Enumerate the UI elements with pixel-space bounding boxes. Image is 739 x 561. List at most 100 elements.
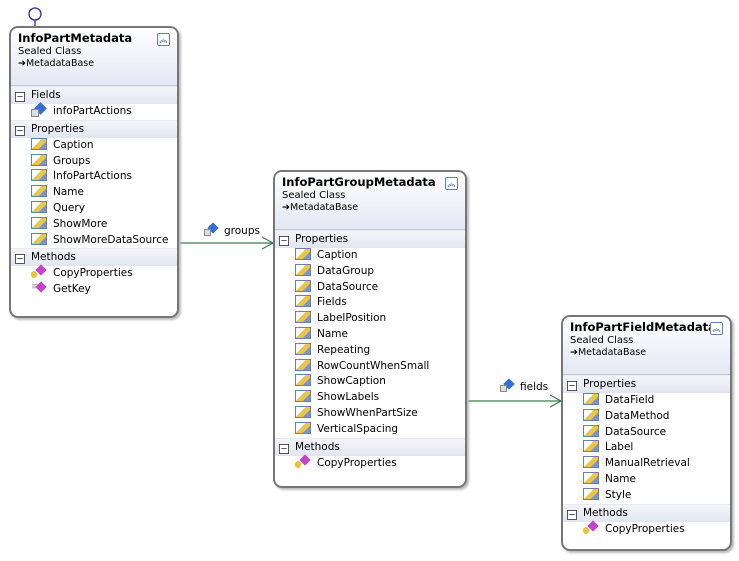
collapse-minus-icon[interactable]: − <box>15 125 25 136</box>
section-header-methods[interactable]: − Methods <box>275 437 465 456</box>
property-icon <box>295 342 311 355</box>
association-label-groups[interactable]: groups <box>204 224 260 237</box>
collapse-chevron-icon[interactable]: ︽ <box>157 33 170 46</box>
collapse-chevron-icon[interactable]: ︽ <box>710 322 723 335</box>
member-property[interactable]: LabelPosition <box>275 311 465 327</box>
member-property[interactable]: Caption <box>275 248 465 264</box>
collapse-minus-icon[interactable]: − <box>15 92 25 102</box>
property-icon <box>295 358 311 371</box>
member-name: ShowLabels <box>317 391 380 404</box>
property-icon <box>583 393 599 405</box>
collapse-minus-icon[interactable]: − <box>567 381 577 391</box>
member-property[interactable]: ManualRetrieval <box>563 456 730 472</box>
member-name: Name <box>605 472 636 485</box>
member-property[interactable]: VerticalSpacing <box>275 421 465 438</box>
association-groups-line[interactable] <box>179 236 275 250</box>
section-label: Methods <box>31 251 76 264</box>
member-property[interactable]: ShowMore <box>11 216 177 233</box>
member-property[interactable]: Name <box>563 471 730 488</box>
property-icon <box>295 279 311 292</box>
member-name: CopyProperties <box>605 522 685 535</box>
collapse-minus-icon[interactable]: − <box>15 254 25 265</box>
base-class: ➔MetadataBase <box>18 58 170 69</box>
class-title: InfoPartMetadata <box>18 31 133 45</box>
base-class: ➔MetadataBase <box>570 347 723 358</box>
member-property[interactable]: ShowWhenPartSize <box>275 405 465 422</box>
section-header-properties[interactable]: − Properties <box>563 375 730 393</box>
member-name: Repeating <box>317 343 371 356</box>
member-property[interactable]: Fields <box>275 295 465 311</box>
section-header-methods[interactable]: − Methods <box>563 503 730 522</box>
property-icon <box>583 424 599 437</box>
member-name: CopyProperties <box>53 267 133 280</box>
member-name: ShowCaption <box>317 375 386 388</box>
property-icon <box>31 137 47 150</box>
member-property[interactable]: RowCountWhenSmall <box>275 358 465 375</box>
class-kind: Sealed Class <box>18 46 82 57</box>
member-method[interactable]: GetKey <box>11 280 177 298</box>
member-property[interactable]: Style <box>563 487 730 504</box>
member-property[interactable]: ShowLabels <box>275 390 465 406</box>
member-name: DataMethod <box>605 409 670 422</box>
class-kind: Sealed Class <box>570 335 634 346</box>
property-icon <box>583 487 599 500</box>
member-property[interactable]: Caption <box>11 137 177 154</box>
member-property[interactable]: Label <box>563 440 730 456</box>
class-header[interactable]: InfoPartGroupMetadata Sealed Class ➔Meta… <box>275 172 465 230</box>
association-label-fields[interactable]: fields <box>500 380 548 393</box>
inheritance-arrow-icon: ➔ <box>570 347 578 358</box>
member-property[interactable]: Query <box>11 200 177 217</box>
member-property[interactable]: DataField <box>563 393 730 409</box>
section-header-properties[interactable]: − Properties <box>11 119 177 138</box>
member-name: ShowMore <box>53 217 108 230</box>
base-class-name: MetadataBase <box>289 202 359 213</box>
class-header[interactable]: InfoPartFieldMetadata Sealed Class ➔Meta… <box>563 317 730 375</box>
class-header[interactable]: InfoPartMetadata Sealed Class ➔MetadataB… <box>11 28 177 86</box>
member-field[interactable]: infoPartActions <box>11 104 177 120</box>
property-icon <box>295 295 311 308</box>
class-box-info-part-group-metadata[interactable]: InfoPartGroupMetadata Sealed Class ➔Meta… <box>273 170 467 488</box>
member-property[interactable]: Groups <box>11 153 177 170</box>
member-property[interactable]: DataSource <box>563 424 730 441</box>
member-property[interactable]: ShowCaption <box>275 374 465 390</box>
member-property[interactable]: ShowMoreDataSource <box>11 232 177 249</box>
property-icon <box>295 311 311 324</box>
member-name: Name <box>53 186 84 199</box>
member-method[interactable]: CopyProperties <box>275 456 465 472</box>
property-icon <box>31 200 47 213</box>
section-header-fields[interactable]: − Fields <box>11 86 177 104</box>
collapse-chevron-icon[interactable]: ︽ <box>445 177 458 190</box>
member-name: Query <box>53 201 85 214</box>
member-property[interactable]: DataGroup <box>275 263 465 280</box>
property-icon <box>31 216 47 229</box>
member-property[interactable]: Name <box>275 326 465 343</box>
property-icon <box>295 326 311 339</box>
class-box-info-part-metadata[interactable]: InfoPartMetadata Sealed Class ➔MetadataB… <box>9 26 179 318</box>
method-icon <box>295 456 311 468</box>
member-name: Label <box>605 441 634 454</box>
association-icon <box>500 380 514 392</box>
class-box-info-part-field-metadata[interactable]: InfoPartFieldMetadata Sealed Class ➔Meta… <box>561 315 732 551</box>
member-name: Fields <box>317 296 347 309</box>
member-property[interactable]: InfoPartActions <box>11 169 177 185</box>
member-property[interactable]: Name <box>11 185 177 201</box>
member-property[interactable]: DataMethod <box>563 408 730 425</box>
association-name: fields <box>520 381 549 393</box>
base-class: ➔MetadataBase <box>282 202 458 213</box>
section-header-methods[interactable]: − Methods <box>11 248 177 267</box>
collapse-minus-icon[interactable]: − <box>279 443 289 454</box>
section-label: Fields <box>31 89 61 101</box>
property-icon <box>31 153 47 166</box>
collapse-minus-icon[interactable]: − <box>279 236 289 246</box>
member-name: VerticalSpacing <box>317 422 399 435</box>
member-property[interactable]: DataSource <box>275 279 465 296</box>
member-property[interactable]: Repeating <box>275 342 465 359</box>
section-header-properties[interactable]: − Properties <box>275 230 465 248</box>
property-icon <box>295 248 311 260</box>
method-icon <box>31 280 47 296</box>
member-method[interactable]: CopyProperties <box>563 522 730 538</box>
member-name: InfoPartActions <box>53 170 132 183</box>
inheritance-arrow-icon: ➔ <box>282 202 290 213</box>
collapse-minus-icon[interactable]: − <box>567 509 577 520</box>
association-fields-line[interactable] <box>467 394 563 408</box>
